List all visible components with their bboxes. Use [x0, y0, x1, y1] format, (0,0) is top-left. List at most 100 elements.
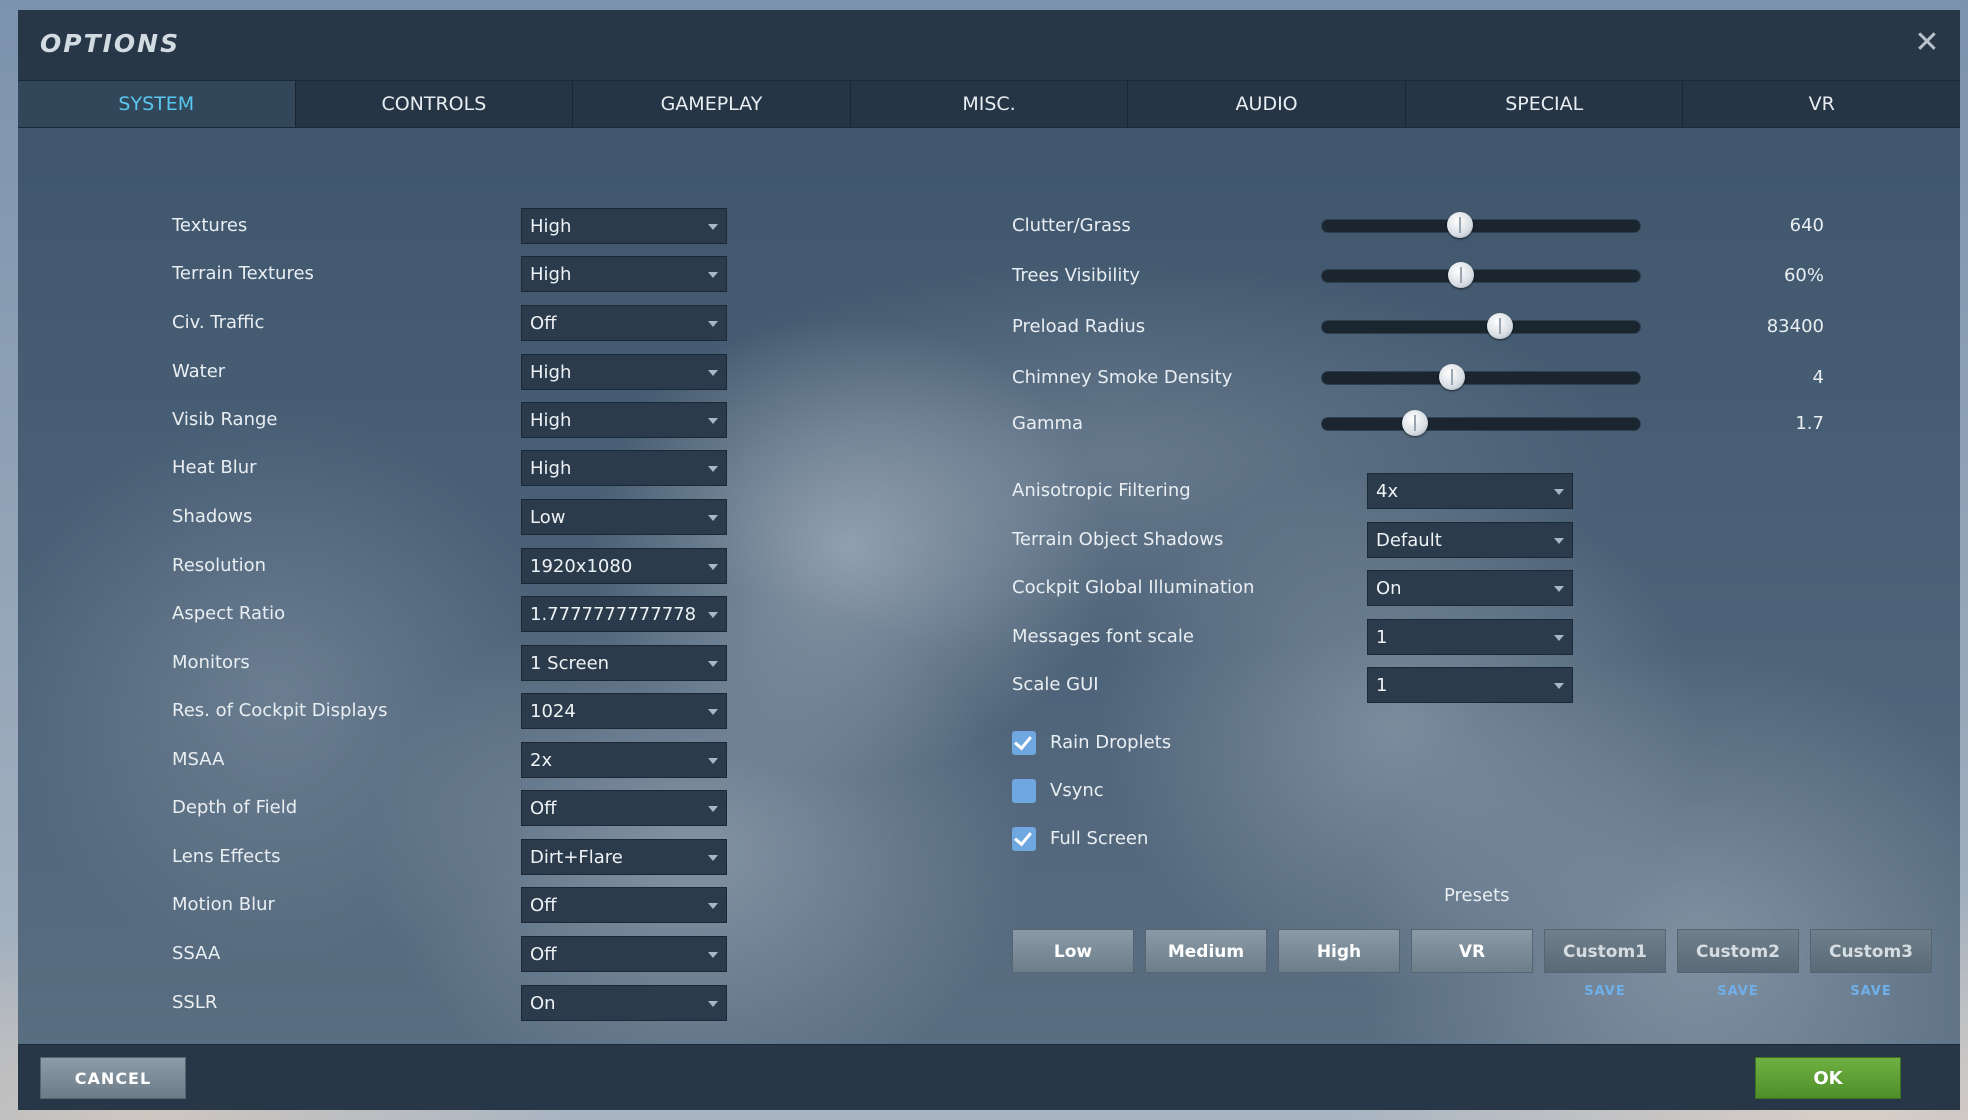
dropdown-messages-font-scale[interactable]: 1	[1367, 619, 1573, 655]
setting-label-aspect-ratio: Aspect Ratio	[172, 603, 286, 624]
tab-vr[interactable]: VR	[1683, 81, 1960, 127]
chevron-down-icon	[708, 564, 718, 570]
save-preset-link-custom3[interactable]: SAVE	[1810, 984, 1932, 999]
dropdown-value: High	[530, 264, 572, 285]
setting-label-lens-effects: Lens Effects	[172, 846, 281, 867]
ok-button[interactable]: OK	[1755, 1057, 1901, 1099]
dropdown-civ-traffic[interactable]: Off	[521, 305, 727, 341]
dropdown-lens-effects[interactable]: Dirt+Flare	[521, 839, 727, 875]
slider-handle[interactable]	[1448, 262, 1474, 288]
dropdown-value: Off	[530, 944, 557, 965]
preset-button-low[interactable]: Low	[1012, 929, 1134, 973]
checkbox-label-full-screen: Full Screen	[1050, 828, 1149, 849]
dropdown-sslr[interactable]: On	[521, 985, 727, 1021]
setting-label-cockpit-global-illumination: Cockpit Global Illumination	[1012, 577, 1255, 598]
dropdown-scale-gui[interactable]: 1	[1367, 667, 1573, 703]
dropdown-terrain-textures[interactable]: High	[521, 256, 727, 292]
dropdown-resolution[interactable]: 1920x1080	[521, 548, 727, 584]
dropdown-cockpit-global-illumination[interactable]: On	[1367, 570, 1573, 606]
tab-audio[interactable]: AUDIO	[1128, 81, 1406, 127]
dropdown-depth-of-field[interactable]: Off	[521, 790, 727, 826]
setting-label-water: Water	[172, 361, 226, 382]
checkbox-vsync[interactable]	[1012, 779, 1036, 803]
dropdown-res-of-cockpit-displays[interactable]: 1024	[521, 693, 727, 729]
dropdown-anisotropic-filtering[interactable]: 4x	[1367, 473, 1573, 509]
slider-clutter-grass[interactable]	[1321, 212, 1641, 238]
slider-gamma[interactable]	[1321, 410, 1641, 436]
dropdown-visib-range[interactable]: High	[521, 402, 727, 438]
dropdown-value: Off	[530, 313, 557, 334]
dropdown-msaa[interactable]: 2x	[521, 742, 727, 778]
slider-handle[interactable]	[1487, 313, 1513, 339]
chevron-down-icon	[708, 903, 718, 909]
tab-system[interactable]: SYSTEM	[18, 81, 296, 127]
preset-button-medium[interactable]: Medium	[1145, 929, 1267, 973]
preset-button-custom3[interactable]: Custom3	[1810, 929, 1932, 973]
checkbox-label-rain-droplets: Rain Droplets	[1050, 732, 1172, 753]
dropdown-shadows[interactable]: Low	[521, 499, 727, 535]
setting-label-anisotropic-filtering: Anisotropic Filtering	[1012, 480, 1191, 501]
tab-gameplay[interactable]: GAMEPLAY	[573, 81, 851, 127]
setting-label-ssaa: SSAA	[172, 943, 221, 964]
slider-preload-radius[interactable]	[1321, 313, 1641, 339]
dropdown-value: On	[530, 993, 556, 1014]
checkbox-rain-droplets[interactable]	[1012, 731, 1036, 755]
setting-label-heat-blur: Heat Blur	[172, 457, 257, 478]
checkbox-full-screen[interactable]	[1012, 827, 1036, 851]
slider-trees-visibility[interactable]	[1321, 262, 1641, 288]
chevron-down-icon	[1554, 635, 1564, 641]
dropdown-textures[interactable]: High	[521, 208, 727, 244]
setting-label-resolution: Resolution	[172, 555, 267, 576]
dropdown-value: 1	[1376, 627, 1388, 648]
save-preset-link-custom2[interactable]: SAVE	[1677, 984, 1799, 999]
preset-button-vr[interactable]: VR	[1411, 929, 1533, 973]
preset-button-high[interactable]: High	[1278, 929, 1400, 973]
title-bar: OPTIONS ✕	[18, 10, 1960, 80]
slider-value-clutter-grass: 640	[1789, 215, 1824, 236]
dropdown-ssaa[interactable]: Off	[521, 936, 727, 972]
setting-label-civ-traffic: Civ. Traffic	[172, 312, 265, 333]
tab-misc[interactable]: MISC.	[851, 81, 1129, 127]
dropdown-water[interactable]: High	[521, 354, 727, 390]
tab-special[interactable]: SPECIAL	[1406, 81, 1684, 127]
dropdown-value: High	[530, 362, 572, 383]
tab-bar: SYSTEM CONTROLS GAMEPLAY MISC. AUDIO SPE…	[18, 80, 1960, 128]
slider-value-trees-visibility: 60%	[1783, 265, 1824, 286]
slider-handle[interactable]	[1447, 212, 1473, 238]
chevron-down-icon	[708, 370, 718, 376]
save-preset-link-custom1[interactable]: SAVE	[1544, 984, 1666, 999]
dropdown-terrain-object-shadows[interactable]: Default	[1367, 522, 1573, 558]
dropdown-heat-blur[interactable]: High	[521, 450, 727, 486]
dropdown-value: Default	[1376, 530, 1442, 551]
slider-handle[interactable]	[1439, 364, 1465, 390]
slider-handle[interactable]	[1402, 410, 1428, 436]
setting-label-depth-of-field: Depth of Field	[172, 797, 298, 818]
dropdown-value: On	[1376, 578, 1402, 599]
chevron-down-icon	[708, 418, 718, 424]
chevron-down-icon	[708, 709, 718, 715]
setting-label-sslr: SSLR	[172, 992, 218, 1013]
slider-value-preload-radius: 83400	[1766, 316, 1824, 337]
chevron-down-icon	[1554, 538, 1564, 544]
cancel-button[interactable]: CANCEL	[40, 1057, 186, 1099]
chevron-down-icon	[708, 272, 718, 278]
setting-label-monitors: Monitors	[172, 652, 250, 673]
slider-label-chimney-smoke-density: Chimney Smoke Density	[1012, 367, 1233, 388]
slider-chimney-smoke-density[interactable]	[1321, 364, 1641, 390]
setting-label-shadows: Shadows	[172, 506, 253, 527]
dropdown-value: 1024	[530, 701, 576, 722]
dropdown-value: 1 Screen	[530, 653, 610, 674]
dropdown-motion-blur[interactable]: Off	[521, 887, 727, 923]
dropdown-monitors[interactable]: 1 Screen	[521, 645, 727, 681]
tab-controls[interactable]: CONTROLS	[296, 81, 574, 127]
setting-label-visib-range: Visib Range	[172, 409, 278, 430]
dropdown-aspect-ratio[interactable]: 1.7777777777778	[521, 596, 727, 632]
chevron-down-icon	[708, 855, 718, 861]
setting-label-msaa: MSAA	[172, 749, 225, 770]
chevron-down-icon	[1554, 683, 1564, 689]
checkbox-label-vsync: Vsync	[1050, 780, 1104, 801]
preset-button-custom1[interactable]: Custom1	[1544, 929, 1666, 973]
preset-button-custom2[interactable]: Custom2	[1677, 929, 1799, 973]
close-icon[interactable]: ✕	[1912, 28, 1942, 58]
slider-value-gamma: 1.7	[1795, 413, 1824, 434]
